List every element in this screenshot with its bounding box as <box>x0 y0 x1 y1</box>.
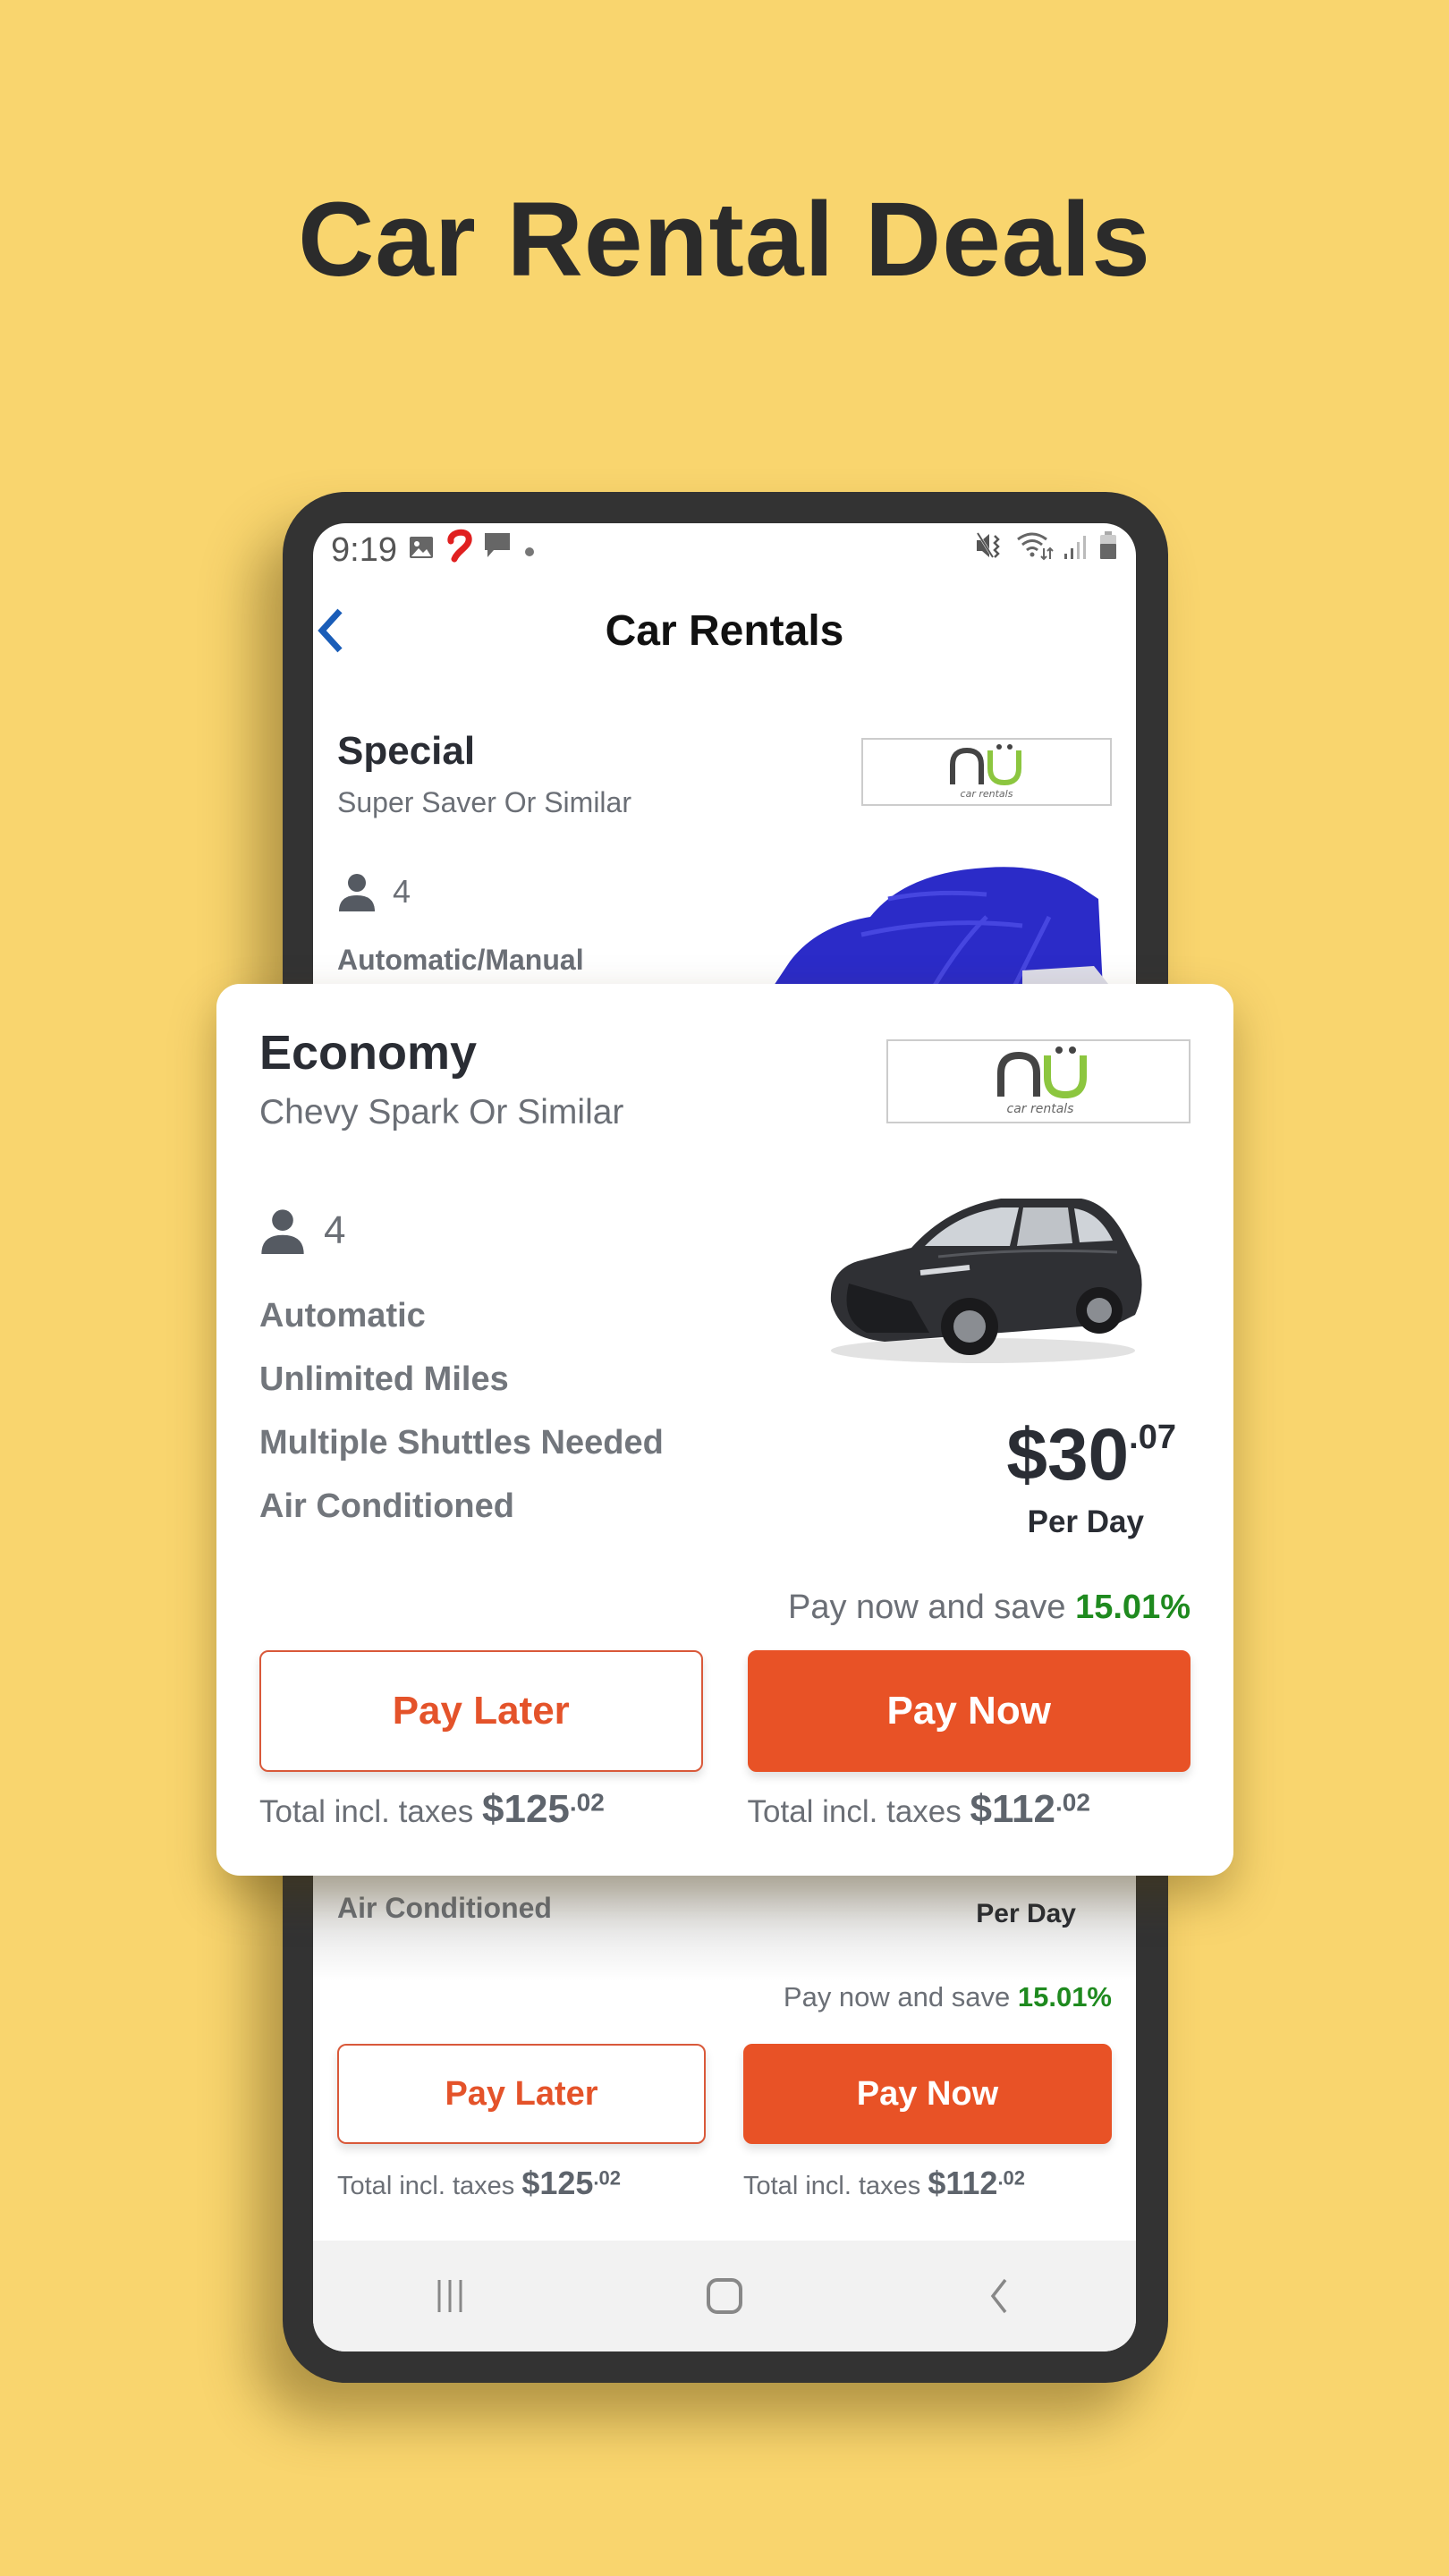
price-unit: Per Day <box>976 1899 1076 1928</box>
svg-text:car rentals: car rentals <box>961 788 1013 800</box>
daily-price: $30.07 <box>1006 1413 1176 1497</box>
pay-later-total: Total incl. taxes $125.02 <box>337 2165 622 2201</box>
status-time: 9:19 <box>331 530 397 569</box>
feature-air: Air Conditioned <box>337 1892 552 1924</box>
featured-rental-card-economy[interactable]: Economy Chevy Spark Or Similar car renta… <box>216 984 1233 1876</box>
save-percent: 15.01% <box>1075 1589 1191 1626</box>
vendor-logo: car rentals <box>861 738 1112 806</box>
back-icon[interactable] <box>963 2269 1035 2323</box>
pay-now-total: Total incl. taxes $112.02 <box>743 2165 1026 2201</box>
page-headline: Car Rental Deals <box>298 181 1151 299</box>
save-message: Pay now and save 15.01% <box>783 1981 1112 2012</box>
app-title: Car Rentals <box>605 606 844 655</box>
app-bar: Car Rentals <box>313 595 1136 666</box>
pay-now-total: Total incl. taxes $112.02 <box>747 1787 1090 1831</box>
pay-later-total: Total incl. taxes $125.02 <box>259 1787 605 1831</box>
pay-now-button[interactable]: Pay Now <box>747 1650 1191 1772</box>
save-message: Pay now and save 15.01% <box>788 1589 1191 1626</box>
seat-count: 4 <box>259 1208 345 1254</box>
car-model: Chevy Spark Or Similar <box>259 1093 624 1131</box>
person-icon <box>261 1209 304 1254</box>
price-whole: $30 <box>1006 1414 1130 1496</box>
person-icon <box>339 874 375 911</box>
price-unit: Per Day <box>1027 1504 1144 1539</box>
seat-count-value: 4 <box>393 873 411 910</box>
car-class: Economy <box>259 1026 478 1080</box>
system-nav-bar <box>313 2241 1136 2351</box>
feature-transmission: Automatic/Manual <box>337 944 584 976</box>
carrier-logo-icon <box>444 529 474 572</box>
covered-car-image <box>754 863 1112 990</box>
signal-icon <box>1063 531 1089 570</box>
vendor-logo: car rentals <box>886 1039 1191 1123</box>
battery-icon <box>1098 530 1118 570</box>
seat-count: 4 <box>337 872 411 911</box>
wifi-icon <box>1016 530 1054 570</box>
save-percent: 15.01% <box>1017 1981 1112 2012</box>
gallery-icon <box>408 531 435 570</box>
svg-text:car rentals: car rentals <box>1007 1102 1074 1116</box>
mute-vibrate-icon <box>975 530 1007 570</box>
rental-card-special[interactable]: Special Super Saver Or Similar car renta… <box>313 729 1136 990</box>
feature-item: Automatic <box>259 1297 426 1335</box>
feature-item: Air Conditioned <box>259 1487 514 1525</box>
price-cents: .07 <box>1129 1419 1176 1456</box>
feature-item: Unlimited Miles <box>259 1360 509 1398</box>
seat-count-value: 4 <box>324 1208 346 1252</box>
dot-icon <box>521 531 538 570</box>
recents-icon[interactable] <box>414 2269 486 2323</box>
pay-now-button[interactable]: Pay Now <box>743 2044 1112 2144</box>
status-bar: 9:19 <box>313 523 1136 577</box>
pay-later-button[interactable]: Pay Later <box>337 2044 706 2144</box>
feature-item: Multiple Shuttles Needed <box>259 1424 664 1462</box>
chevron-left-icon[interactable] <box>313 604 358 657</box>
message-icon <box>483 530 512 570</box>
home-icon[interactable] <box>689 2269 760 2323</box>
feature-list: Automatic Unlimited Miles Multiple Shutt… <box>259 1297 664 1551</box>
car-image <box>813 1167 1153 1373</box>
pay-later-button[interactable]: Pay Later <box>259 1650 703 1772</box>
